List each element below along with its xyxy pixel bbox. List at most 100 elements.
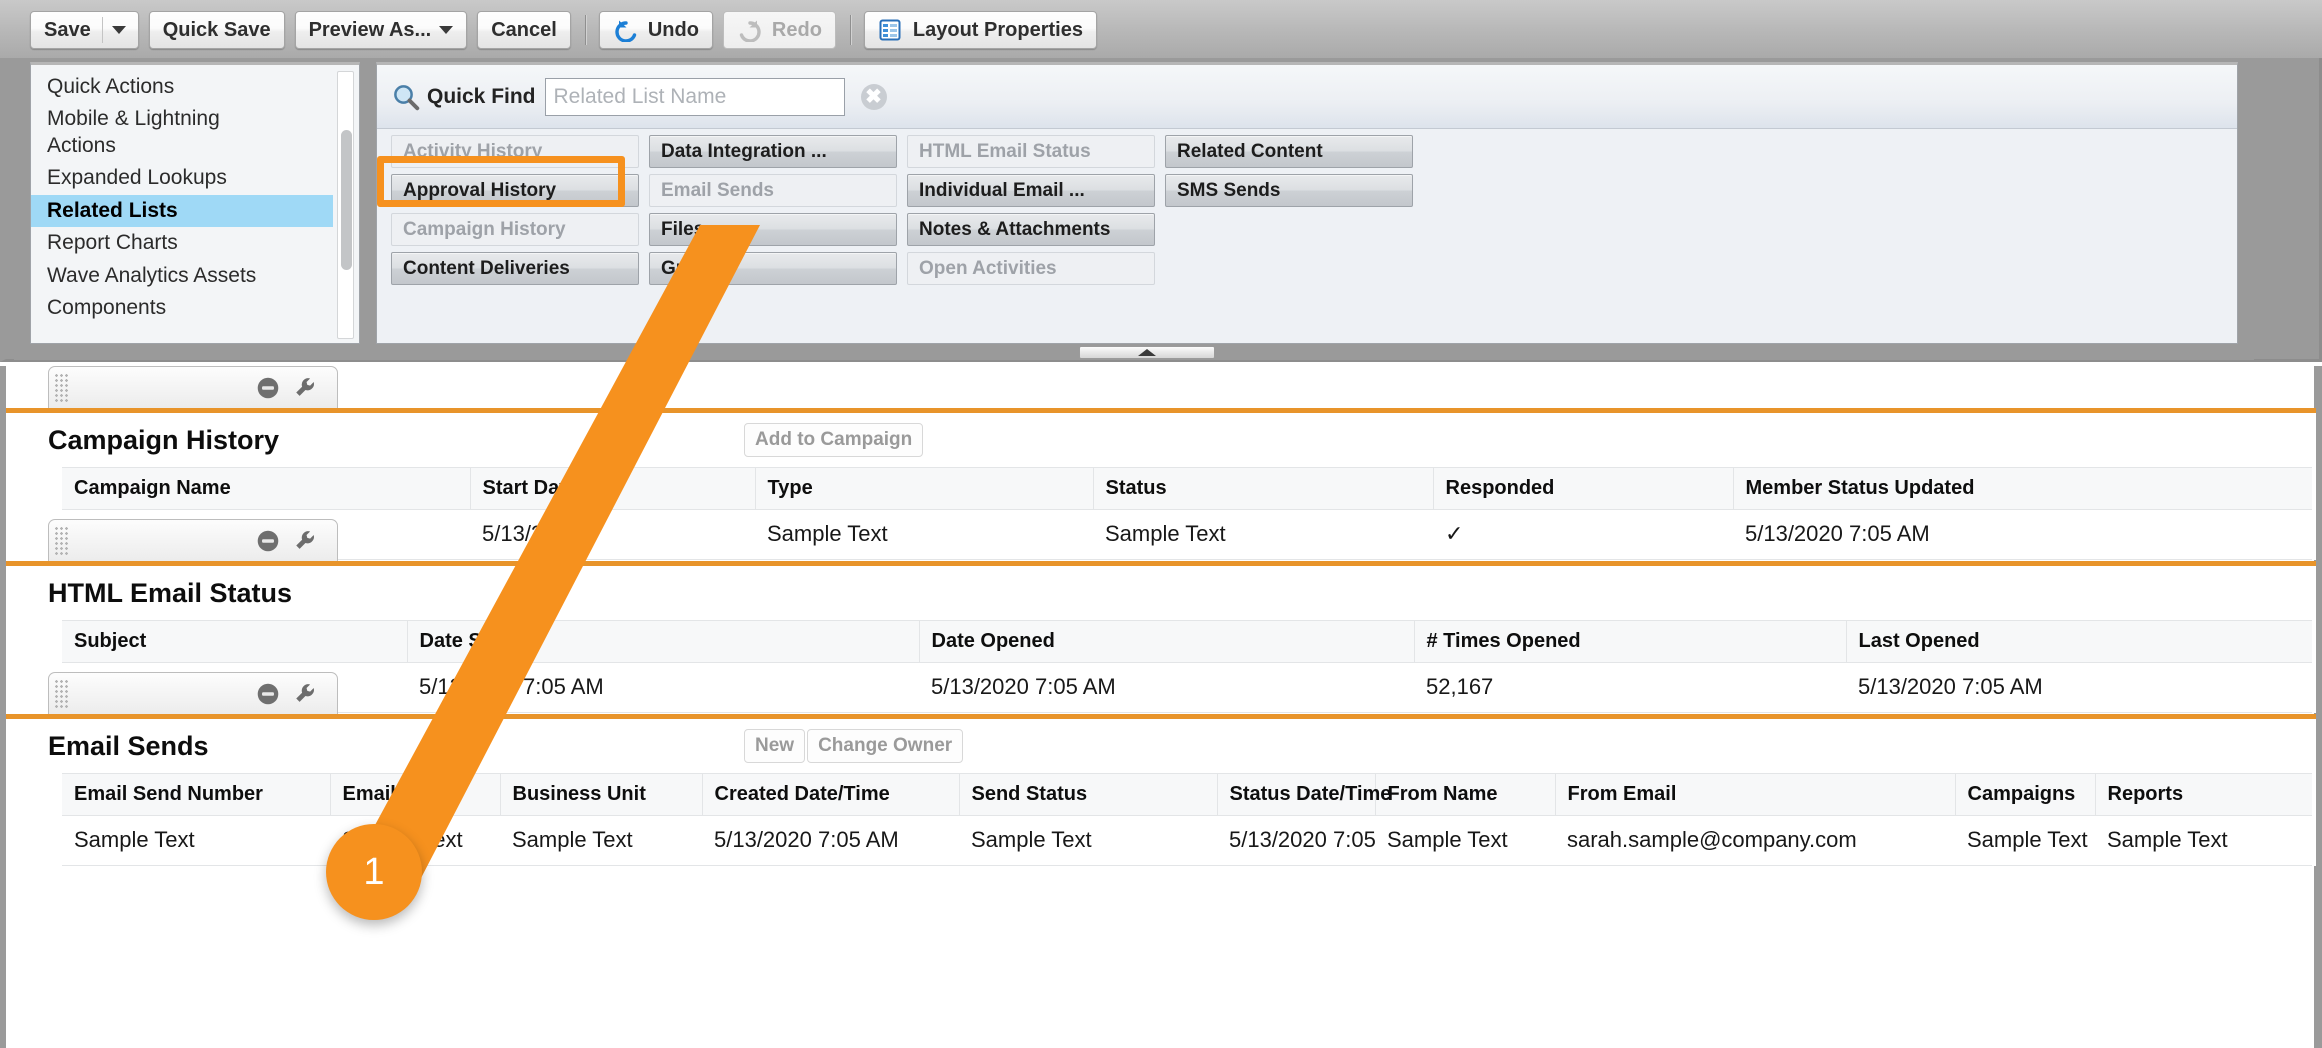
chevron-down-icon[interactable] (439, 26, 453, 34)
column-header: From Name (1375, 774, 1555, 816)
quick-save-button-label: Quick Save (163, 19, 271, 42)
related-list-tile-sms-sends[interactable]: SMS Sends (1165, 174, 1413, 207)
section-properties-icon[interactable] (293, 528, 319, 554)
chevron-down-icon[interactable] (112, 26, 126, 34)
drag-handle-icon[interactable] (54, 373, 68, 403)
related-list-tile-files[interactable]: Files (649, 213, 897, 246)
layout-canvas: Campaign HistoryAdd to CampaignCampaign … (0, 366, 2322, 1048)
related-list-button-new[interactable]: New (744, 729, 805, 763)
related-list-tile-label: Groups (661, 258, 729, 280)
sidebar-item-quick-actions[interactable]: Quick Actions (31, 71, 333, 103)
related-list-tile-data-integration[interactable]: Data Integration ... (649, 135, 897, 168)
sidebar-item-wave-analytics-assets[interactable]: Wave Analytics Assets (31, 260, 333, 292)
layout-properties-button-label: Layout Properties (913, 19, 1083, 42)
related-list-tile-content-deliveries[interactable]: Content Deliveries (391, 252, 639, 285)
undo-button[interactable]: Undo (599, 11, 713, 49)
related-list-button-change-owner[interactable]: Change Owner (807, 729, 963, 763)
quick-find-input[interactable] (545, 78, 845, 116)
related-list-tile-groups[interactable]: Groups (649, 252, 897, 285)
sidebar-item-components[interactable]: Components (31, 292, 333, 324)
section-properties-icon[interactable] (293, 681, 319, 707)
drag-handle-icon[interactable] (54, 526, 68, 556)
cancel-button-label: Cancel (491, 19, 557, 42)
related-list-tile-label: SMS Sends (1177, 180, 1280, 202)
related-list-tile-related-content[interactable]: Related Content (1165, 135, 1413, 168)
section-title-row: Campaign HistoryAdd to Campaign (6, 413, 2316, 467)
related-list-tile-individual-email[interactable]: Individual Email ... (907, 174, 1155, 207)
table-cell: Sample Text (1955, 816, 2095, 866)
related-list-tile-html-email-status: HTML Email Status (907, 135, 1155, 168)
column-header: Email Name (330, 774, 500, 816)
column-header: Start Date (470, 468, 755, 510)
related-list-tile-campaign-history: Campaign History (391, 213, 639, 246)
related-list-tile-label: Approval History (403, 180, 556, 202)
chevron-up-icon (1138, 349, 1156, 356)
related-list-tile-label: Campaign History (403, 219, 566, 241)
sidebar-item-label: Report Charts (47, 231, 178, 254)
section-handle-bar (48, 672, 338, 714)
sidebar-item-related-lists[interactable]: Related Lists (31, 195, 333, 227)
related-list-button-add-to-campaign[interactable]: Add to Campaign (744, 423, 923, 457)
layout-properties-icon (878, 18, 902, 42)
preview-as-button[interactable]: Preview As... (295, 11, 468, 49)
save-button[interactable]: Save (30, 11, 139, 49)
column-header: From Email (1555, 774, 1955, 816)
remove-section-icon[interactable] (255, 528, 281, 554)
annotation-badge-1: 1 (326, 824, 422, 920)
palette-category-scrollbar[interactable] (337, 71, 354, 339)
toolbar-divider (585, 15, 586, 45)
palette-tile-panel: Quick Find ✖ Activity HistoryApproval Hi… (376, 62, 2238, 344)
cancel-button[interactable]: Cancel (477, 11, 571, 49)
palette-splitter (14, 346, 2254, 360)
column-header: Last Opened (1846, 621, 2312, 663)
scrollbar-thumb[interactable] (341, 130, 352, 270)
remove-section-icon[interactable] (255, 681, 281, 707)
column-header: Responded (1433, 468, 1733, 510)
redo-button-label: Redo (772, 19, 822, 42)
layout-properties-button[interactable]: Layout Properties (864, 11, 1097, 49)
sidebar-item-mobile-lightning-actions[interactable]: Mobile & Lightning Actions (31, 103, 333, 162)
sidebar-item-report-charts[interactable]: Report Charts (31, 227, 333, 259)
undo-button-label: Undo (648, 19, 699, 42)
column-header: Reports (2095, 774, 2312, 816)
related-list-tile-notes-attachments[interactable]: Notes & Attachments (907, 213, 1155, 246)
column-header: Status (1093, 468, 1433, 510)
sidebar-item-expanded-lookups[interactable]: Expanded Lookups (31, 162, 333, 194)
search-icon (391, 82, 421, 112)
column-header: Email Send Number (62, 774, 330, 816)
sidebar-item-label: Related Lists (47, 199, 178, 222)
table-header-row: Email Send NumberEmail NameBusiness Unit… (62, 774, 2312, 816)
table-cell: sarah.sample@company.com (1555, 816, 1955, 866)
table-cell: Sample Text (500, 816, 702, 866)
clear-icon[interactable]: ✖ (861, 84, 887, 110)
related-list-tile-label: Activity History (403, 141, 542, 163)
quick-save-button[interactable]: Quick Save (149, 11, 285, 49)
collapse-palette-handle[interactable] (1079, 346, 1215, 359)
page-layout-editor: Save Quick Save Preview As... Cancel Und… (0, 0, 2322, 1048)
section-properties-icon[interactable] (293, 375, 319, 401)
table-cell: 5/13/2020 7:05 AM (1217, 816, 1375, 866)
editor-toolbar: Save Quick Save Preview As... Cancel Und… (0, 0, 2322, 60)
preview-as-button-label: Preview As... (309, 19, 432, 42)
related-list-tile-email-sends: Email Sends (649, 174, 897, 207)
related-list-tile-label: Content Deliveries (403, 258, 570, 280)
related-list-tile-approval-history[interactable]: Approval History (391, 174, 639, 207)
column-header: Campaign Name (62, 468, 470, 510)
table-cell: Sample Text (62, 816, 330, 866)
column-header: Send Status (959, 774, 1217, 816)
column-header: # Times Opened (1414, 621, 1846, 663)
palette-category-list: Quick Actions Mobile & Lightning Actions E… (31, 71, 333, 325)
undo-icon (613, 18, 639, 42)
related-list-tile-label: Files (661, 219, 704, 241)
table-cell: Sample Text (1375, 816, 1555, 866)
section-title: HTML Email Status (48, 578, 292, 609)
related-list-tile-grid: Activity History Approval History Campaign… (391, 135, 1413, 291)
remove-section-icon[interactable] (255, 375, 281, 401)
column-header: Date Sent (407, 621, 919, 663)
drag-handle-icon[interactable] (54, 679, 68, 709)
section-title-row: HTML Email Status (6, 566, 2316, 620)
column-header: Subject (62, 621, 407, 663)
save-split-divider (102, 17, 103, 43)
table-cell: 5/13/2020 7:05 AM (702, 816, 959, 866)
sidebar-item-label: Mobile & Lightning Actions (47, 107, 220, 156)
